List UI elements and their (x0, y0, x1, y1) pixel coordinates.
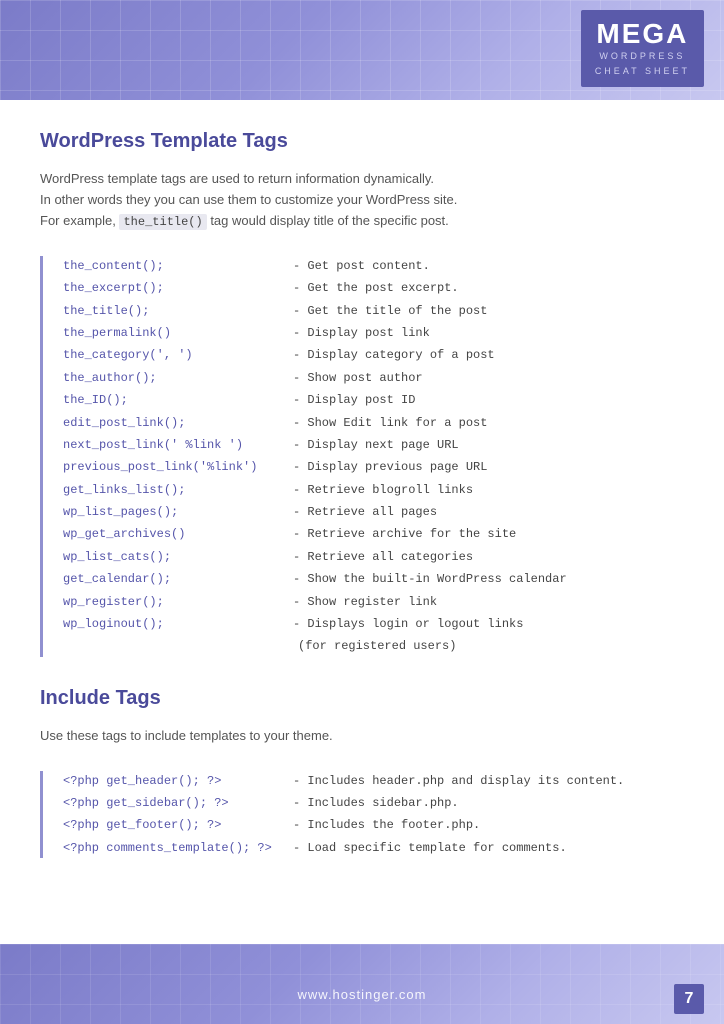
top-header-area: MEGA WORDPRESS CHEAT SHEET (0, 0, 724, 100)
code-left: wp_register(); (63, 592, 293, 612)
code-right: - Show post author (293, 368, 423, 388)
code-row: wp_get_archives() - Retrieve archive for… (63, 524, 684, 544)
code-row: the_title(); - Get the title of the post (63, 301, 684, 321)
code-left: get_calendar(); (63, 569, 293, 589)
section1-title: WordPress Template Tags (40, 130, 684, 153)
code-right: - Includes sidebar.php. (293, 793, 459, 813)
code-right: - Display category of a post (293, 345, 495, 365)
code-row: wp_list_cats(); - Retrieve all categorie… (63, 547, 684, 567)
code-right: - Show Edit link for a post (293, 413, 487, 433)
code-right: - Retrieve all categories (293, 547, 473, 567)
code-left: wp_list_pages(); (63, 502, 293, 522)
code-left: <?php get_sidebar(); ?> (63, 793, 293, 813)
code-row: get_calendar(); - Show the built-in Word… (63, 569, 684, 589)
intro-text2: tag would display title of the specific … (207, 213, 449, 228)
code-row: edit_post_link(); - Show Edit link for a… (63, 413, 684, 433)
code-right: - Display post link (293, 323, 430, 343)
code-row: wp_loginout(); - Displays login or logou… (63, 614, 684, 634)
section1-intro: WordPress template tags are used to retu… (40, 169, 684, 232)
code-right: - Show the built-in WordPress calendar (293, 569, 567, 589)
code-left: the_content(); (63, 256, 293, 276)
section2-intro: Use these tags to include templates to y… (40, 726, 684, 747)
code-row: next_post_link(' %link ') - Display next… (63, 435, 684, 455)
code-right: - Get the title of the post (293, 301, 487, 321)
code-right: - Load specific template for comments. (293, 838, 567, 858)
main-content: WordPress Template Tags WordPress templa… (0, 100, 724, 908)
code-left: edit_post_link(); (63, 413, 293, 433)
intro-code: the_title() (119, 214, 206, 230)
footer-area: www.hostinger.com (0, 944, 724, 1024)
code-right: - Displays login or logout links (293, 614, 523, 634)
code-row: get_links_list(); - Retrieve blogroll li… (63, 480, 684, 500)
code-left: wp_list_cats(); (63, 547, 293, 567)
code-row: <?php get_footer(); ?> - Includes the fo… (63, 815, 684, 835)
code-right: - Retrieve archive for the site (293, 524, 516, 544)
code-left: next_post_link(' %link ') (63, 435, 293, 455)
code-row: the_category(', ') - Display category of… (63, 345, 684, 365)
code-left: the_excerpt(); (63, 278, 293, 298)
include-tags-section: Include Tags Use these tags to include t… (40, 687, 684, 858)
logo-cheatsheet: CHEAT SHEET (595, 65, 690, 78)
code-left: wp_get_archives() (63, 524, 293, 544)
page-wrapper: MEGA WORDPRESS CHEAT SHEET WordPress Tem… (0, 0, 724, 1024)
code-right: - Includes the footer.php. (293, 815, 480, 835)
code-left: wp_loginout(); (63, 614, 293, 634)
include-tags-code-table: <?php get_header(); ?> - Includes header… (40, 771, 684, 859)
code-right: - Display previous page URL (293, 457, 487, 477)
code-left: the_ID(); (63, 390, 293, 410)
code-row: wp_register(); - Show register link (63, 592, 684, 612)
code-row: <?php get_header(); ?> - Includes header… (63, 771, 684, 791)
code-left: get_links_list(); (63, 480, 293, 500)
code-left: <?php get_footer(); ?> (63, 815, 293, 835)
code-left: <?php get_header(); ?> (63, 771, 293, 791)
code-row: wp_list_pages(); - Retrieve all pages (63, 502, 684, 522)
website-url: www.hostinger.com (298, 987, 427, 1002)
code-right: - Show register link (293, 592, 437, 612)
code-right: - Get post content. (293, 256, 430, 276)
logo-wordpress: WORDPRESS (595, 50, 690, 63)
code-left: <?php comments_template(); ?> (63, 838, 293, 858)
code-row: the_author(); - Show post author (63, 368, 684, 388)
code-left: previous_post_link('%link') (63, 457, 293, 477)
code-left: the_title(); (63, 301, 293, 321)
code-row: the_permalink() - Display post link (63, 323, 684, 343)
code-right: - Display post ID (293, 390, 415, 410)
code-left: the_category(', ') (63, 345, 293, 365)
code-extra-line: (for registered users) (63, 636, 684, 656)
code-left: the_author(); (63, 368, 293, 388)
code-row: previous_post_link('%link') - Display pr… (63, 457, 684, 477)
code-right: - Get the post excerpt. (293, 278, 459, 298)
code-left: the_permalink() (63, 323, 293, 343)
code-row: <?php comments_template(); ?> - Load spe… (63, 838, 684, 858)
logo-box: MEGA WORDPRESS CHEAT SHEET (581, 10, 704, 87)
code-row: the_ID(); - Display post ID (63, 390, 684, 410)
logo-mega: MEGA (595, 20, 690, 48)
code-right: - Retrieve all pages (293, 502, 437, 522)
code-row: the_content(); - Get post content. (63, 256, 684, 276)
page-number: 7 (674, 984, 704, 1014)
code-row: the_excerpt(); - Get the post excerpt. (63, 278, 684, 298)
code-right: - Includes header.php and display its co… (293, 771, 624, 791)
section2-title: Include Tags (40, 687, 684, 710)
template-tags-code-table: the_content(); - Get post content. the_e… (40, 256, 684, 657)
code-row: <?php get_sidebar(); ?> - Includes sideb… (63, 793, 684, 813)
code-right: - Retrieve blogroll links (293, 480, 473, 500)
code-right: - Display next page URL (293, 435, 459, 455)
